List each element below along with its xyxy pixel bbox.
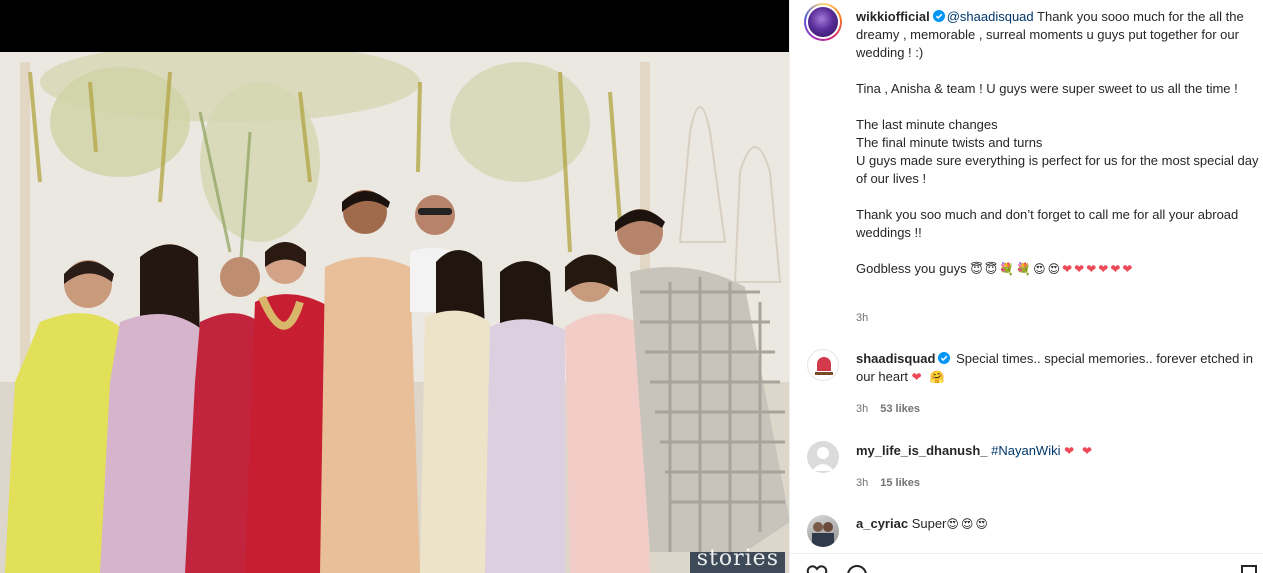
comment-1-emojis: ❤ 🤗 bbox=[911, 370, 947, 384]
caption-line-3c: U guys made sure everything is perfect f… bbox=[856, 153, 1259, 186]
caption-meta: 3h bbox=[856, 312, 880, 324]
comment-2-emojis: ❤ ❤ bbox=[1064, 444, 1095, 458]
default-avatar-icon bbox=[812, 447, 834, 471]
comment-2-username[interactable]: my_life_is_dhanush_ bbox=[856, 443, 988, 458]
post-photo[interactable]: stories bbox=[0, 52, 789, 573]
caption-line-3a: The last minute changes bbox=[856, 117, 998, 132]
caption-time[interactable]: 3h bbox=[856, 312, 868, 324]
commenter-avatar[interactable] bbox=[807, 515, 839, 547]
caption-username[interactable]: wikkiofficial bbox=[856, 9, 930, 24]
comment-3-emojis: 😍😍😍 bbox=[946, 517, 990, 531]
comment-2-hashtag[interactable]: #NayanWiki bbox=[991, 443, 1060, 458]
comment-2-likes[interactable]: 15 likes bbox=[880, 477, 920, 489]
shaadisquad-logo-icon bbox=[815, 357, 833, 375]
comment-1-meta: 3h 53 likes bbox=[856, 403, 932, 415]
comment-1-text: shaadisquad Special times.. special memo… bbox=[856, 350, 1260, 386]
comment-3-text: a_cyriac Super😍😍😍 bbox=[856, 515, 1260, 533]
like-heart-icon[interactable] bbox=[806, 564, 828, 573]
comment-2-meta: 3h 15 likes bbox=[856, 477, 932, 489]
comment-bubble-icon[interactable] bbox=[846, 564, 868, 573]
photo-watermark: stories bbox=[696, 546, 779, 571]
caption-line-5: Godbless you guys bbox=[856, 261, 967, 276]
verified-badge-icon bbox=[938, 352, 951, 364]
comment-3-username[interactable]: a_cyriac bbox=[856, 516, 908, 531]
verified-badge-icon bbox=[932, 10, 945, 22]
caption-hearts: ❤❤❤❤❤❤ bbox=[1062, 262, 1135, 276]
save-bookmark-icon[interactable] bbox=[1238, 564, 1260, 573]
comment-2-text: my_life_is_dhanush_ #NayanWiki ❤ ❤ bbox=[856, 442, 1260, 460]
caption-line-2: Tina , Anisha & team ! U guys were super… bbox=[856, 81, 1238, 96]
caption-mention[interactable]: @shaadisquad bbox=[947, 9, 1034, 24]
comment-1-time[interactable]: 3h bbox=[856, 403, 868, 415]
author-avatar[interactable] bbox=[804, 3, 842, 41]
comment-2-time[interactable]: 3h bbox=[856, 477, 868, 489]
caption-line-3b: The final minute twists and turns bbox=[856, 135, 1043, 150]
commenter-avatar[interactable] bbox=[807, 441, 839, 473]
comments-pane: wikkiofficial @shaadisquad Thank you sooo… bbox=[789, 0, 1263, 573]
post-action-bar bbox=[790, 553, 1263, 573]
caption-line-4: Thank you soo much and don’t forget to c… bbox=[856, 207, 1239, 240]
comment-1-username[interactable]: shaadisquad bbox=[856, 351, 935, 366]
group-photo-illustration bbox=[0, 52, 789, 573]
commenter-avatar[interactable] bbox=[807, 349, 839, 381]
caption-emojis: 😇😇💐💐😍😍 bbox=[970, 262, 1063, 276]
comment-3-body: Super bbox=[911, 516, 947, 531]
caption-text: wikkiofficial @shaadisquad Thank you sooo… bbox=[856, 8, 1260, 278]
comment-1-likes[interactable]: 53 likes bbox=[880, 403, 920, 415]
user-photo-icon bbox=[812, 522, 834, 547]
post-photo-pane: stories bbox=[0, 0, 789, 573]
